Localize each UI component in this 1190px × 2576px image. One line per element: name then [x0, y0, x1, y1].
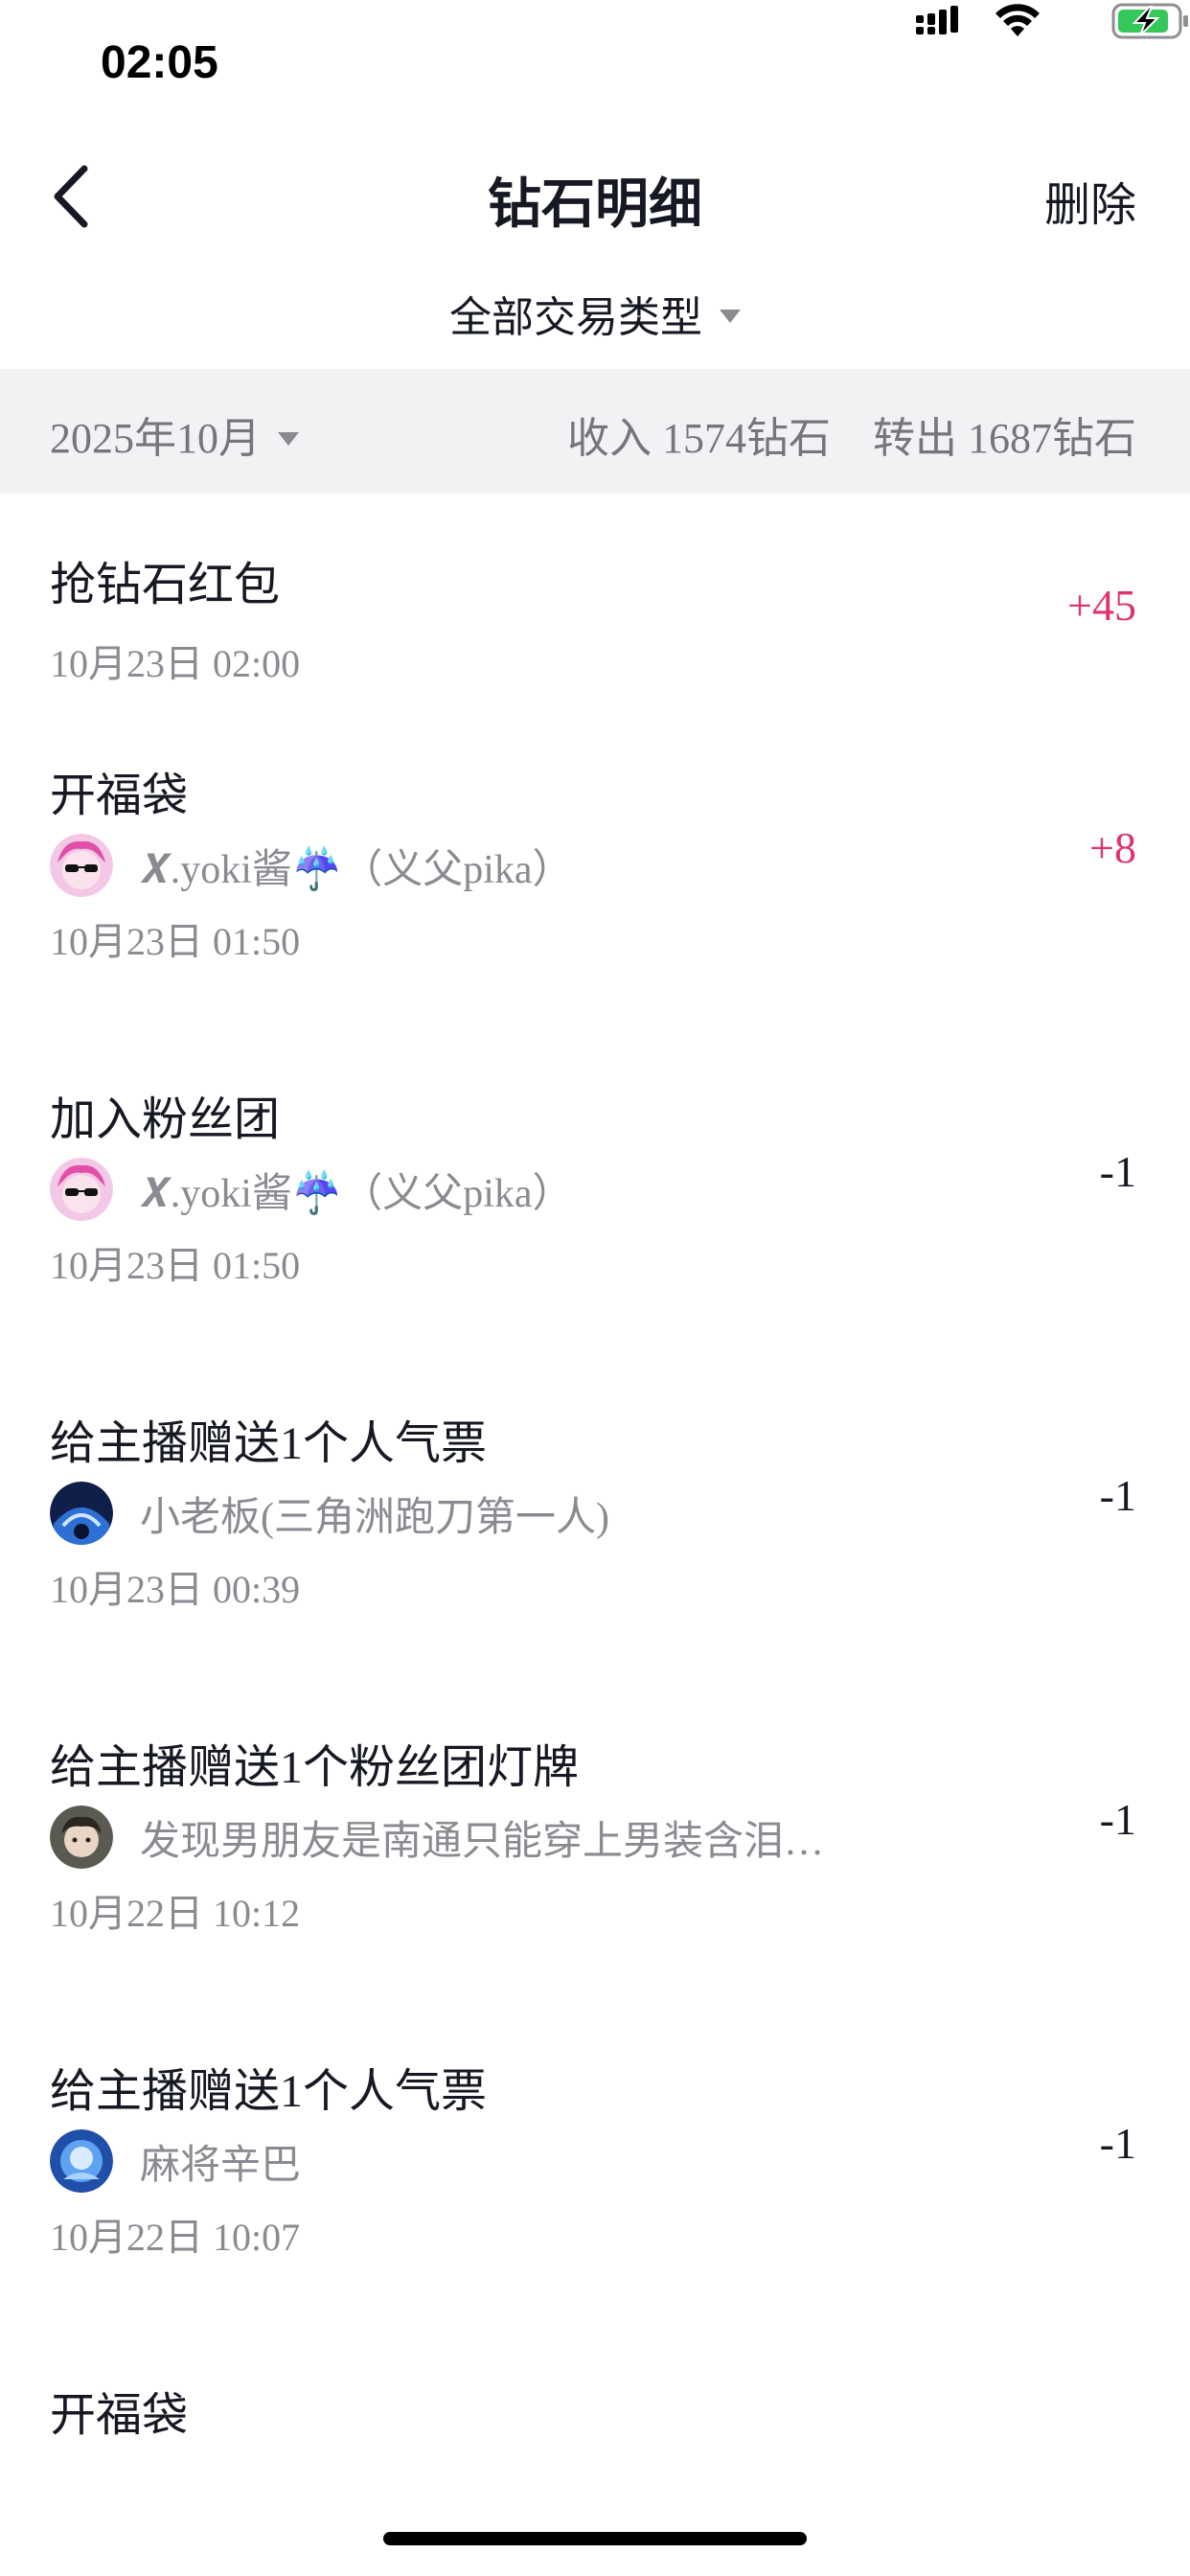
caret-down-icon: [278, 431, 299, 446]
list-item[interactable]: 开福袋 𝑿.yoki酱☔（义父pika） 10月23日 01:50 +8: [0, 738, 1190, 1062]
transaction-title: 给主播赠送1个人气票: [50, 2066, 488, 2117]
list-item[interactable]: 抢钻石红包 10月23日 02:00 +45: [0, 494, 1190, 738]
signal-icon: [916, 6, 958, 34]
avatar: [50, 2129, 113, 2193]
transaction-list: 抢钻石红包 10月23日 02:00 +45 开福袋 𝑿.yoki酱☔（义父pi…: [0, 494, 1190, 2501]
summary-stats: 收入 1574钻石 转出 1687钻石: [567, 403, 1136, 465]
transaction-amount: +45: [1067, 581, 1136, 630]
transaction-username: 发现男朋友是南通只能穿上男装含泪…: [140, 1819, 825, 1864]
status-time: 02:05: [101, 37, 218, 88]
transaction-amount: -1: [1099, 1147, 1136, 1196]
transaction-title: 加入粉丝团: [50, 1094, 281, 1145]
caret-down-icon: [720, 310, 741, 323]
page-title: 钻石明细: [488, 173, 702, 236]
summary-bar: 2025年10月 收入 1574钻石 转出 1687钻石: [0, 369, 1190, 494]
transaction-time: 10月22日 10:07: [50, 2216, 301, 2259]
transaction-time: 10月23日 00:39: [50, 1568, 301, 1611]
transaction-username: 𝑿.yoki酱☔（义父pika）: [140, 1171, 573, 1216]
transaction-title: 开福袋: [50, 770, 189, 821]
transaction-time: 10月23日 01:50: [50, 920, 301, 963]
transaction-title: 开福袋: [50, 2390, 189, 2441]
status-bar: 02:05: [0, 0, 1190, 134]
avatar: [50, 1482, 113, 1545]
month-picker[interactable]: 2025年10月: [50, 403, 299, 465]
transaction-user: 小老板(三角洲跑刀第一人): [50, 1482, 609, 1545]
income-total: 收入 1574钻石: [567, 415, 831, 462]
transaction-title: 抢钻石红包: [50, 560, 281, 610]
transaction-user: 发现男朋友是南通只能穿上男装含泪…: [50, 1806, 824, 1869]
list-item[interactable]: 加入粉丝团 𝑿.yoki酱☔（义父pika） 10月23日 01:50 -1: [0, 1062, 1190, 1386]
transaction-type-filter[interactable]: 全部交易类型: [0, 283, 1190, 350]
transaction-username: 麻将辛巴: [140, 2143, 302, 2188]
transaction-time: 10月23日 02:00: [50, 642, 301, 685]
nav-bar: 钻石明细 删除: [0, 134, 1190, 259]
transaction-title: 给主播赠送1个人气票: [50, 1418, 488, 1469]
outgo-total: 转出 1687钻石: [873, 415, 1136, 462]
transaction-user: 𝑿.yoki酱☔（义父pika）: [50, 834, 573, 897]
list-item[interactable]: 给主播赠送1个粉丝团灯牌 发现男朋友是南通只能穿上男装含泪… 10月22日 10…: [0, 1710, 1190, 2034]
avatar: [50, 1158, 113, 1221]
transaction-username: 𝑿.yoki酱☔（义父pika）: [140, 847, 573, 892]
month-label: 2025年10月: [50, 415, 261, 462]
transaction-user: 麻将辛巴: [50, 2129, 301, 2193]
transaction-amount: -1: [1099, 1795, 1136, 1844]
transaction-username: 小老板(三角洲跑刀第一人): [140, 1495, 609, 1540]
transaction-amount: -1: [1099, 2119, 1136, 2168]
transaction-time: 10月22日 10:12: [50, 1892, 301, 1935]
battery-charging-icon: [1111, 3, 1188, 39]
transaction-time: 10月23日 01:50: [50, 1244, 301, 1287]
wifi-icon: [995, 4, 1040, 36]
avatar: [50, 1806, 113, 1869]
transaction-amount: +8: [1089, 823, 1136, 872]
transaction-title: 给主播赠送1个粉丝团灯牌: [50, 1742, 580, 1793]
home-indicator: [383, 2532, 807, 2545]
list-item[interactable]: 开福袋: [0, 2358, 1190, 2501]
delete-button[interactable]: 删除: [1044, 167, 1136, 234]
transaction-user: 𝑿.yoki酱☔（义父pika）: [50, 1158, 573, 1221]
list-item[interactable]: 给主播赠送1个人气票 麻将辛巴 10月22日 10:07 -1: [0, 2034, 1190, 2358]
list-item[interactable]: 给主播赠送1个人气票 小老板(三角洲跑刀第一人) 10月23日 00:39 -1: [0, 1386, 1190, 1710]
avatar: [50, 834, 113, 897]
transaction-type-label: 全部交易类型: [449, 293, 702, 342]
transaction-amount: -1: [1099, 1471, 1136, 1520]
